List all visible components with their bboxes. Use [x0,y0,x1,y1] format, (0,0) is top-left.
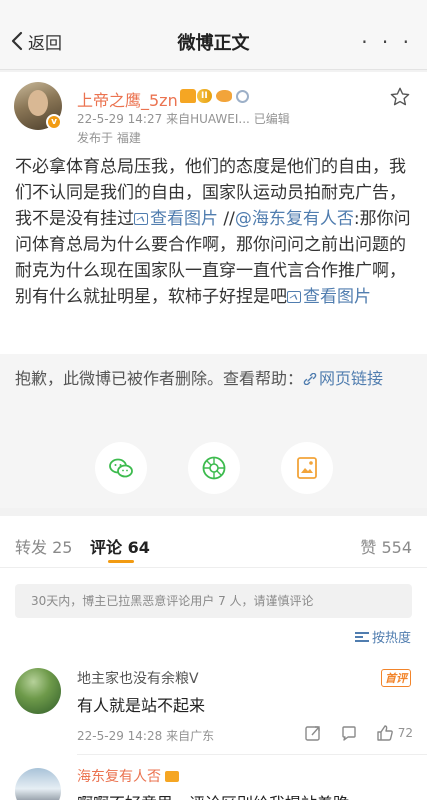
post-tabs: 转发 25 评论 64 赞 554 [0,516,427,568]
link-icon [303,372,317,386]
tab-repost-label: 转发 [15,538,48,557]
web-link[interactable]: 网页链接 [303,369,383,388]
commenter-name[interactable]: 地主家也没有余粮V [77,668,199,688]
author-badges: II [180,89,249,103]
repost-separator: // [218,209,235,229]
moments-share-button[interactable] [188,442,240,494]
comment-meta: 22-5-29 14:28 来自广东 [77,727,214,744]
favorite-star-icon[interactable] [389,86,411,108]
commenter-name-text: 海东复有人否 [77,769,161,785]
tab-repost[interactable]: 转发 25 [15,534,72,558]
comment-time: 22-5-29 14:28 [77,729,163,743]
wechat-icon [109,458,133,478]
edited-label[interactable]: 已编辑 [254,112,290,126]
reply-icon[interactable] [340,724,358,742]
fish-badge-icon [215,90,232,102]
verified-badge-icon: v [46,114,62,130]
crown-icon [165,771,179,782]
view-image-label: 查看图片 [150,209,218,229]
tab-likes-label: 赞 [360,538,377,557]
more-options-button[interactable]: · · · [361,30,413,54]
post-timestamp: 22-5-29 14:27 [77,112,163,126]
image-icon [134,213,148,225]
view-image-link[interactable]: 查看图片 [287,287,371,307]
active-tab-indicator [108,560,134,563]
view-image-label: 查看图片 [303,287,371,307]
comment-text[interactable]: 啊啊不好意思，评论区别给我提站着跪 [77,790,349,800]
like-count: 72 [397,726,413,740]
share-bar [0,428,427,508]
image-share-icon [297,457,317,479]
deleted-notice-text-wrap: 抱歉，此微博已被作者删除。查看帮助： 网页链接 [15,366,415,392]
comment-warning-notice: 30天内，博主已拉黑恶意评论用户 7 人，请谨慎评论 [15,584,412,618]
comment-text[interactable]: 有人就是站不起来 [77,692,205,716]
tab-likes[interactable]: 赞 554 [360,534,412,558]
post-location: 发布于 福建 [77,131,141,145]
post-source: 来自HUAWEI... [166,112,250,126]
tab-comments-count: 64 [127,538,150,557]
web-link-label: 网页链接 [319,369,384,388]
deleted-notice-text: 抱歉，此微博已被作者删除。查看帮助： [15,369,304,388]
first-comment-badge: 首评 [381,669,411,687]
post-card: v 上帝之鹰_5zn II 22-5-29 14:27 来自HUAWEI... … [0,72,427,354]
top-nav-bar: 返回 微博正文 · · · [0,0,427,70]
commenter-name[interactable]: 海东复有人否 [77,766,179,786]
comment-source: 来自广东 [166,729,215,743]
view-image-link[interactable]: 查看图片 [134,209,218,229]
deleted-post-notice: 抱歉，此微博已被作者删除。查看帮助： 网页链接 [0,354,427,428]
tab-comments[interactable]: 评论 64 [90,534,150,563]
tab-repost-count: 25 [52,538,73,557]
save-image-button[interactable] [281,442,333,494]
image-icon [287,291,301,303]
tab-likes-count: 554 [381,538,412,557]
like-icon[interactable] [376,724,394,742]
post-content: 不必拿体育总局压我，他们的态度是他们的自由，我们不认同是我们的自由，国家队运动员… [15,154,415,310]
member-level-badge: II [197,89,212,103]
commenter-avatar[interactable] [15,668,61,714]
mention-link[interactable]: @海东复有人否 [235,209,354,229]
sort-by-hot-button[interactable]: 按热度 [354,627,411,646]
sort-label: 按热度 [371,631,411,646]
comment-actions: 72 [286,724,413,742]
moments-icon [202,456,226,480]
author-name[interactable]: 上帝之鹰_5zn [77,87,178,111]
sort-icon [354,631,369,642]
medal-icon [235,89,249,103]
crown-icon [180,89,196,103]
comment-divider [77,754,427,755]
post-meta: 22-5-29 14:27 来自HUAWEI... 已编辑 [77,110,290,127]
share-comment-icon[interactable] [304,724,322,742]
tab-comments-label: 评论 [90,538,123,557]
wechat-share-button[interactable] [95,442,147,494]
